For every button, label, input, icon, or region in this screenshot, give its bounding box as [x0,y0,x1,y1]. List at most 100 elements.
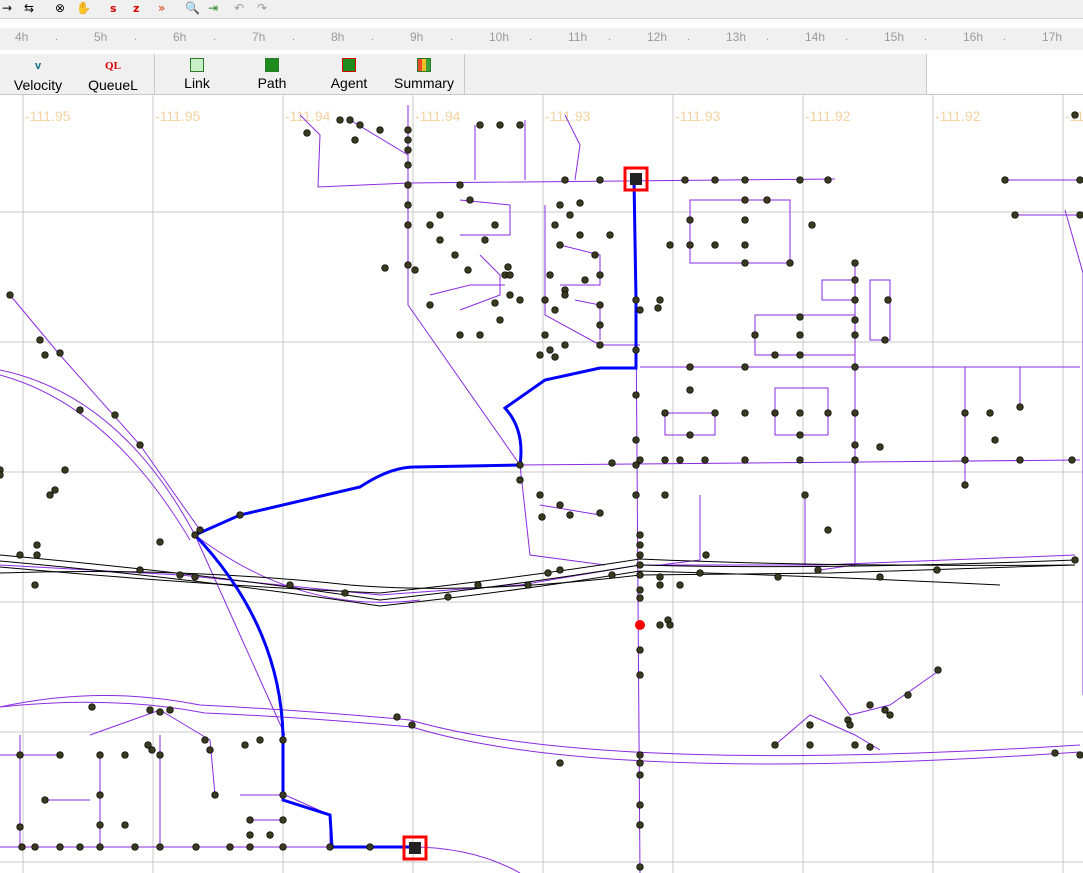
tab-queuel[interactable]: QL QueueL [82,56,144,94]
network-node [632,391,640,399]
summary-icon [417,58,431,72]
status-panel [927,54,1083,94]
network-node [156,843,164,851]
network-node [796,176,804,184]
network-node [561,176,569,184]
tab-velocity[interactable]: v Velocity [6,56,70,94]
network-node [16,551,24,559]
network-node [1076,211,1083,219]
network-node [33,541,41,549]
timeline-half-hour-mark: . [371,31,375,43]
timeline-hour-label: 17h [1042,30,1063,44]
network-node [686,363,694,371]
origin-marker-fill [409,842,421,854]
network-node [636,759,644,767]
network-node [606,231,614,239]
network-map[interactable]: -111.95 -111.95 -111.94 -111.94 -111.93 -111.… [0,95,1083,873]
timeline-hour-label: 7h [252,30,266,44]
network-node [796,456,804,464]
tab-link[interactable]: Link [170,56,224,94]
network-node [801,491,809,499]
pan-hand-icon[interactable]: ✋ [76,1,91,16]
network-node [686,241,694,249]
tab-agent[interactable]: Agent [322,56,376,94]
timeline-half-hour-mark: . [529,31,533,43]
network-node [279,843,287,851]
zoom-tool-icon[interactable]: ⊗ [55,1,65,16]
network-node [61,466,69,474]
network-node [1011,211,1019,219]
network-node [986,409,994,417]
network-node [851,441,859,449]
origin-s-icon[interactable]: s [110,1,117,16]
network-node [991,436,999,444]
network-node [476,331,484,339]
longitude-label: -111.95 [155,108,201,124]
freeway-link [0,560,1001,607]
swap-icon[interactable]: ⇆ [24,1,34,16]
network-node [1076,751,1083,759]
longitude-label: -111.93 [675,108,721,124]
arrow-right-icon[interactable]: → [2,1,12,16]
network-node [408,721,416,729]
network-node [596,271,604,279]
time-slider[interactable]: 4h. 5h. 6h. 7h. 8h. 9h. 10h. 11h. 12h. 13h. 14h. 15… [0,28,1083,50]
network-node [876,573,884,581]
undo-icon[interactable]: ↶ [234,1,244,16]
network-node [636,771,644,779]
network-node [156,751,164,759]
tab-summary[interactable]: Summary [390,56,458,94]
network-node [741,196,749,204]
network-node [496,121,504,129]
network-node [632,491,640,499]
network-node [404,221,412,229]
timeline-half-hour-mark: . [924,31,928,43]
export-icon[interactable]: ⇥ [208,1,218,16]
network-node [961,456,969,464]
network-node [496,316,504,324]
network-node [41,796,49,804]
tab-separator [154,54,155,94]
road-link [519,464,606,566]
network-node [51,486,59,494]
network-node [561,291,569,299]
network-node [566,211,574,219]
network-node [336,116,344,124]
tab-queuel-label: QueueL [88,77,138,93]
network-node [351,136,359,144]
network-node [596,341,604,349]
timeline-hour-label: 6h [173,30,187,44]
timeline-half-hour-mark: . [292,31,296,43]
tab-path[interactable]: Path [246,56,298,94]
network-node [18,843,26,851]
network-node [476,121,484,129]
network-node [556,201,564,209]
network-node [596,176,604,184]
network-node [741,176,749,184]
network-node [741,409,749,417]
network-node [236,511,244,519]
magnify-icon[interactable]: 🔍 [185,1,200,16]
timeline-hour-label: 12h [647,30,668,44]
network-node [686,386,694,394]
network-node [466,196,474,204]
network-node [376,126,384,134]
destination-z-icon[interactable]: z [133,1,139,16]
longitude-label: -111.94 [415,108,461,124]
network-node [266,831,274,839]
tab-velocity-label: Velocity [13,77,63,93]
network-node [656,573,664,581]
redo-icon[interactable]: ↷ [257,1,267,16]
path-icon [265,58,279,72]
network-node [851,741,859,749]
network-node [211,791,219,799]
network-node [506,291,514,299]
network-node [933,566,941,574]
network-node [491,299,499,307]
agent-play-icon[interactable]: » [158,1,165,16]
network-node [774,573,782,581]
network-node [824,526,832,534]
road-link [559,244,601,286]
network-node [191,573,199,581]
network-map-canvas[interactable]: -111.95 -111.95 -111.94 -111.94 -111.93 -111.… [0,95,1083,873]
